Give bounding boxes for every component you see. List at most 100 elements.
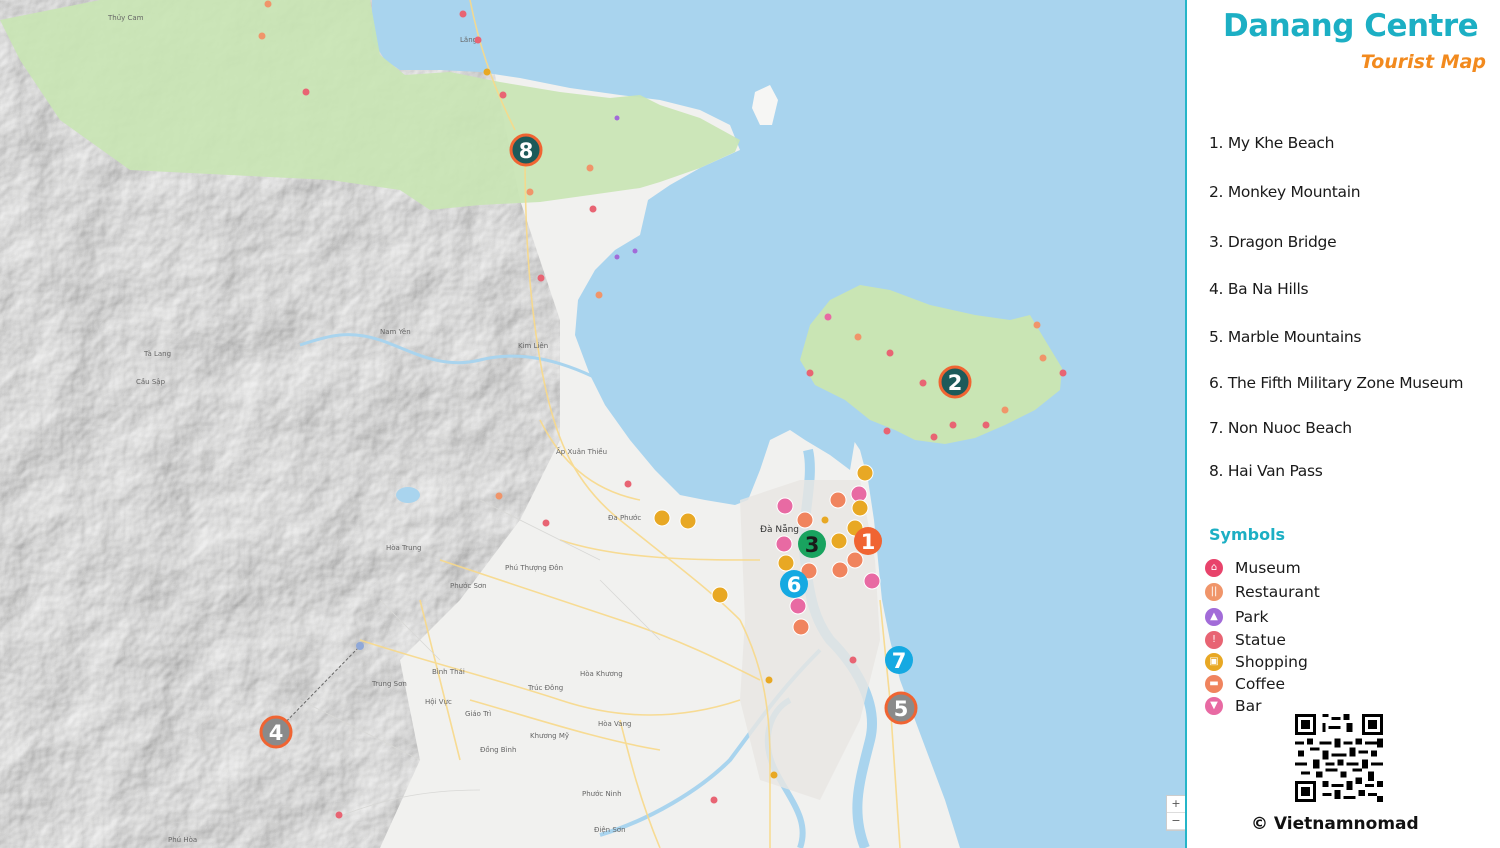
- map-label-kim-lien: Kim Liên: [518, 342, 548, 350]
- map-label-phuoc-son: Phước Sơn: [450, 582, 487, 590]
- restaurant-icon[interactable]: [854, 333, 862, 341]
- park-icon[interactable]: [614, 254, 620, 260]
- shopping-cart-icon[interactable]: [821, 516, 829, 524]
- museum-icon[interactable]: [883, 427, 891, 435]
- attraction-marker-6[interactable]: 6: [780, 570, 808, 598]
- attraction-marker-8[interactable]: 8: [509, 133, 543, 167]
- legend-attraction-8[interactable]: 8. Hai Van Pass: [1209, 462, 1323, 480]
- restaurant-icon[interactable]: [258, 32, 266, 40]
- attraction-marker-4[interactable]: 4: [259, 715, 293, 749]
- museum-icon[interactable]: [849, 656, 857, 664]
- shopping-cart-icon[interactable]: [679, 512, 697, 530]
- shopping-cart-icon[interactable]: [856, 464, 874, 482]
- map-label-phu-thuong: Phú Thượng Đôn: [505, 564, 563, 572]
- museum-icon[interactable]: [459, 10, 467, 18]
- legend-attraction-4[interactable]: 4. Ba Na Hills: [1209, 280, 1309, 298]
- map-label-giao-tri: Giáo Trì: [465, 710, 491, 718]
- attraction-marker-3[interactable]: 3: [798, 530, 826, 558]
- attraction-marker-5[interactable]: 5: [884, 691, 918, 725]
- museum-icon[interactable]: [806, 369, 814, 377]
- bar-icon[interactable]: [776, 497, 794, 515]
- shopping-cart-icon[interactable]: [777, 554, 795, 572]
- symbol-restaurant: || Restaurant: [1205, 582, 1320, 602]
- park-icon[interactable]: [614, 115, 620, 121]
- coffee-icon[interactable]: [796, 511, 814, 529]
- shopping-cart-icon[interactable]: [765, 676, 773, 684]
- map-canvas[interactable]: Đà Nẵng Nam Yên Kim Liên Lăng Thủy Cam Ấ…: [0, 0, 1185, 848]
- park-icon[interactable]: [632, 248, 638, 254]
- legend-attraction-5[interactable]: 5. Marble Mountains: [1209, 328, 1361, 346]
- symbol-shopping: ▣ Shopping: [1205, 652, 1308, 672]
- museum-icon[interactable]: [624, 480, 632, 488]
- svg-text:3: 3: [805, 533, 820, 557]
- shopping-cart-icon[interactable]: [770, 771, 778, 779]
- museum-icon[interactable]: [302, 88, 310, 96]
- map-label-nam-yen: Nam Yên: [380, 328, 411, 336]
- attraction-marker-7[interactable]: 7: [885, 646, 913, 674]
- legend-attraction-3[interactable]: 3. Dragon Bridge: [1209, 233, 1337, 251]
- statue-icon: !: [1205, 631, 1223, 649]
- restaurant-icon: ||: [1205, 583, 1223, 601]
- museum-icon[interactable]: [474, 36, 482, 44]
- bar-icon[interactable]: [775, 535, 793, 553]
- museum-icon[interactable]: [537, 274, 545, 282]
- restaurant-icon[interactable]: [495, 492, 503, 500]
- shopping-cart-icon: ▣: [1205, 653, 1223, 671]
- copyright-credit: © Vietnamnomad: [1251, 814, 1419, 834]
- restaurant-icon[interactable]: [264, 0, 272, 8]
- museum-icon[interactable]: [499, 91, 507, 99]
- zoom-out-button[interactable]: −: [1167, 813, 1185, 830]
- shopping-cart-icon[interactable]: [483, 68, 491, 76]
- attraction-marker-2[interactable]: 2: [938, 365, 972, 399]
- museum-icon[interactable]: [930, 433, 938, 441]
- map-label-ta-lang: Tà Lang: [143, 350, 171, 358]
- shopping-cart-icon[interactable]: [711, 586, 729, 604]
- museum-icon[interactable]: [982, 421, 990, 429]
- map-label-hoa-vang: Hòa Vang: [598, 720, 631, 728]
- zoom-in-button[interactable]: +: [1167, 796, 1185, 813]
- museum-icon[interactable]: [335, 811, 343, 819]
- shopping-cart-icon[interactable]: [851, 499, 869, 517]
- restaurant-icon[interactable]: [1033, 321, 1041, 329]
- symbol-label: Museum: [1235, 559, 1301, 577]
- symbol-label: Statue: [1235, 631, 1286, 649]
- qr-code-icon[interactable]: [1295, 714, 1383, 802]
- svg-text:6: 6: [787, 573, 802, 597]
- cable-station-icon: [356, 642, 364, 650]
- museum-icon[interactable]: [886, 349, 894, 357]
- legend-attraction-6[interactable]: 6. The Fifth Military Zone Museum: [1209, 374, 1463, 392]
- coffee-icon[interactable]: [829, 491, 847, 509]
- museum-icon[interactable]: [710, 796, 718, 804]
- map-label-hoa-trung: Hòa Trung: [386, 544, 422, 552]
- museum-icon[interactable]: [949, 421, 957, 429]
- restaurant-icon[interactable]: [526, 188, 534, 196]
- museum-icon[interactable]: [919, 379, 927, 387]
- legend-attraction-7[interactable]: 7. Non Nuoc Beach: [1209, 419, 1352, 437]
- museum-icon[interactable]: [589, 205, 597, 213]
- coffee-icon[interactable]: [846, 551, 864, 569]
- coffee-icon[interactable]: [792, 618, 810, 636]
- svg-text:5: 5: [894, 697, 909, 721]
- map-label-hoi-vuc: Hội Vực: [425, 698, 452, 706]
- bar-icon[interactable]: [863, 572, 881, 590]
- symbol-park: ▲ Park: [1205, 607, 1269, 627]
- symbol-museum: ⌂ Museum: [1205, 558, 1301, 578]
- shopping-cart-icon[interactable]: [653, 509, 671, 527]
- museum-icon[interactable]: [1059, 369, 1067, 377]
- map-label-dien-son: Điện Sơn: [594, 826, 626, 834]
- map-label-ap-xuan-thieu: Ấp Xuân Thiều: [556, 446, 607, 456]
- symbol-statue: ! Statue: [1205, 630, 1286, 650]
- attraction-marker-1[interactable]: 1: [854, 527, 882, 555]
- restaurant-icon[interactable]: [586, 164, 594, 172]
- coffee-icon[interactable]: [831, 561, 849, 579]
- legend-attraction-2[interactable]: 2. Monkey Mountain: [1209, 183, 1361, 201]
- bar-icon[interactable]: [824, 313, 832, 321]
- legend-attraction-1[interactable]: 1. My Khe Beach: [1209, 134, 1334, 152]
- map-label-truc-dong: Trúc Đông: [527, 684, 563, 692]
- museum-icon[interactable]: [542, 519, 550, 527]
- bar-icon[interactable]: [789, 597, 807, 615]
- restaurant-icon[interactable]: [1039, 354, 1047, 362]
- restaurant-icon[interactable]: [595, 291, 603, 299]
- shopping-cart-icon[interactable]: [830, 532, 848, 550]
- restaurant-icon[interactable]: [1001, 406, 1009, 414]
